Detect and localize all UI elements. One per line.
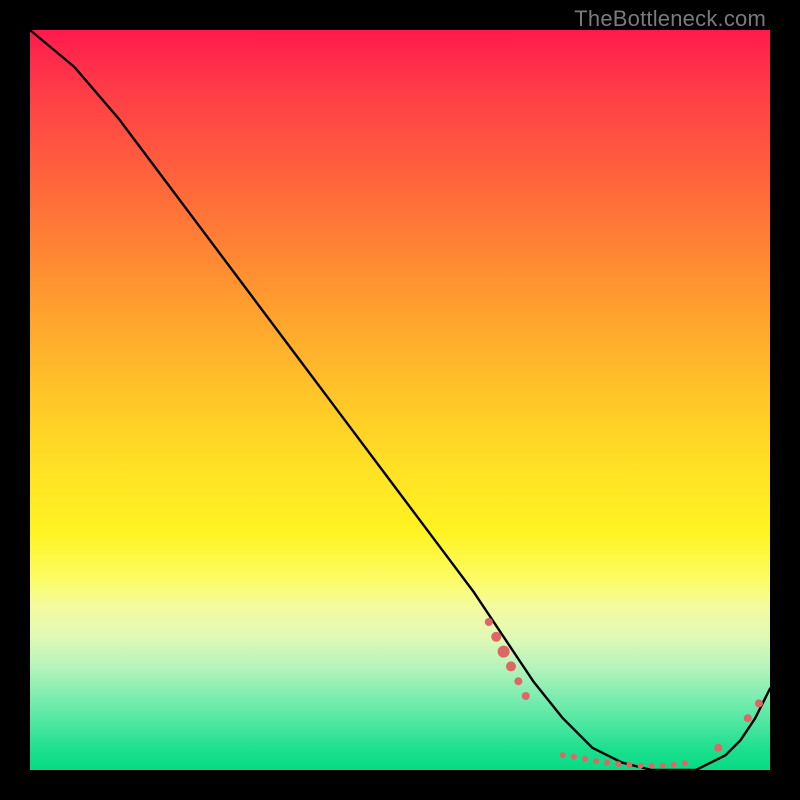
- data-marker: [498, 646, 510, 658]
- data-marker: [582, 756, 588, 762]
- chart-frame: TheBottleneck.com: [0, 0, 800, 800]
- watermark-text: TheBottleneck.com: [574, 6, 766, 32]
- data-marker: [560, 752, 566, 758]
- data-marker: [506, 661, 516, 671]
- data-marker: [660, 763, 666, 769]
- data-marker: [626, 762, 632, 768]
- data-marker: [744, 714, 752, 722]
- data-marker: [485, 618, 493, 626]
- data-marker: [714, 744, 722, 752]
- data-marker: [522, 692, 530, 700]
- data-marker: [514, 677, 522, 685]
- data-marker: [615, 761, 621, 767]
- bottleneck-curve: [30, 30, 770, 770]
- data-marker: [571, 754, 577, 760]
- chart-svg: [30, 30, 770, 770]
- data-marker: [604, 760, 610, 766]
- data-marker: [682, 760, 688, 766]
- plot-area: [30, 30, 770, 770]
- data-marker: [491, 632, 501, 642]
- data-marker: [593, 758, 599, 764]
- data-marker: [671, 762, 677, 768]
- data-marker: [649, 763, 655, 769]
- marker-group: [485, 618, 763, 769]
- data-marker: [638, 763, 644, 769]
- data-marker: [755, 699, 763, 707]
